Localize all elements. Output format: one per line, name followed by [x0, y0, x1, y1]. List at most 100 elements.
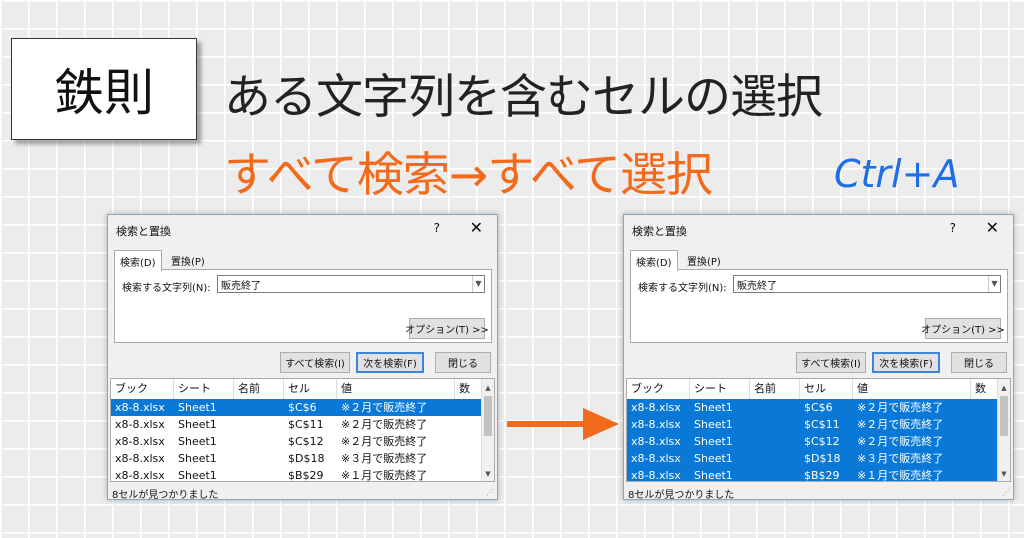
cell-book: x8-8.xlsx — [631, 435, 681, 448]
results-header: ブック シート 名前 セル 値 数 — [111, 379, 483, 399]
scroll-thumb[interactable] — [1000, 396, 1008, 436]
results-scrollbar[interactable]: ▲ ▼ — [481, 379, 494, 481]
results-list[interactable]: ブック シート 名前 セル 値 数 x8-8.xlsx Sheet1 $C$6 ※２月… — [110, 378, 495, 482]
cell-book: x8-8.xlsx — [115, 435, 165, 448]
cell-value: ※２月で販売終了 — [857, 418, 944, 431]
scroll-thumb[interactable] — [484, 396, 492, 436]
scroll-up-icon[interactable]: ▲ — [482, 381, 494, 395]
find-all-button[interactable]: すべて検索(I) — [280, 352, 350, 373]
cell-name — [750, 433, 800, 450]
cell-value: ※２月で販売終了 — [341, 418, 428, 431]
cell-name — [750, 467, 800, 481]
scroll-down-icon[interactable]: ▼ — [482, 467, 494, 481]
find-what-label: 検索する文字列(N): — [638, 283, 727, 294]
find-what-input[interactable] — [733, 275, 1001, 293]
cell-sheet: Sheet1 — [178, 435, 217, 448]
table-row[interactable]: x8-8.xlsx Sheet1 $C$12 ※２月で販売終了 — [111, 433, 483, 450]
find-next-button[interactable]: 次を検索(F) — [872, 352, 940, 373]
chevron-down-icon[interactable]: ▼ — [988, 276, 1000, 292]
cell-cell: $B$29 — [804, 469, 840, 482]
cell-sheet: Sheet1 — [178, 401, 217, 414]
table-row[interactable]: x8-8.xlsx Sheet1 $C$12 ※２月で販売終了 — [627, 433, 999, 450]
close-button[interactable]: 閉じる — [951, 352, 1007, 373]
resize-grip-icon[interactable]: ⋰ — [486, 488, 494, 497]
column-header-name[interactable]: 名前 — [234, 379, 284, 399]
tab-find[interactable]: 検索(D) — [114, 250, 162, 271]
cell-name — [234, 433, 284, 450]
cell-sheet: Sheet1 — [694, 452, 733, 465]
cell-value: ※２月で販売終了 — [341, 435, 428, 448]
tab-replace[interactable]: 置換(P) — [682, 250, 726, 269]
cell-name — [234, 416, 284, 433]
cell-value: ※３月で販売終了 — [341, 452, 428, 465]
column-header-formula[interactable]: 数 — [455, 379, 483, 399]
cell-cell: $C$12 — [804, 435, 840, 448]
scroll-up-icon[interactable]: ▲ — [998, 381, 1010, 395]
tab-find[interactable]: 検索(D) — [630, 250, 678, 271]
cell-sheet: Sheet1 — [694, 401, 733, 414]
cell-book: x8-8.xlsx — [631, 452, 681, 465]
cell-cell: $C$11 — [288, 418, 324, 431]
column-header-formula[interactable]: 数 — [971, 379, 999, 399]
column-header-sheet[interactable]: シート — [174, 379, 234, 399]
chevron-down-icon[interactable]: ▼ — [472, 276, 484, 292]
column-header-cell[interactable]: セル — [284, 379, 337, 399]
table-row[interactable]: x8-8.xlsx Sheet1 $C$6 ※２月で販売終了 — [111, 399, 483, 416]
close-icon[interactable]: ✕ — [986, 218, 999, 237]
rule-badge: 鉄則 — [11, 38, 197, 140]
options-button[interactable]: オプション(T) >> — [921, 318, 1005, 339]
cell-book: x8-8.xlsx — [631, 418, 681, 431]
shortcut-label: Ctrl+A — [834, 152, 960, 196]
column-header-sheet[interactable]: シート — [690, 379, 750, 399]
results-scrollbar[interactable]: ▲ ▼ — [997, 379, 1010, 481]
cell-name — [234, 467, 284, 481]
find-tab-panel: 検索する文字列(N): ▼ オプション(T) >> — [114, 269, 492, 343]
column-header-cell[interactable]: セル — [800, 379, 853, 399]
column-header-value[interactable]: 値 — [853, 379, 971, 399]
cell-book: x8-8.xlsx — [631, 469, 681, 482]
help-button[interactable]: ? — [434, 221, 440, 235]
close-icon[interactable]: ✕ — [470, 218, 483, 237]
table-row[interactable]: x8-8.xlsx Sheet1 $B$29 ※１月で販売終了 — [111, 467, 483, 482]
column-header-book[interactable]: ブック — [111, 379, 174, 399]
table-row[interactable]: x8-8.xlsx Sheet1 $D$18 ※３月で販売終了 — [627, 450, 999, 467]
cell-name — [234, 450, 284, 467]
find-replace-dialog-before: 検索と置換 ? ✕ 検索(D) 置換(P) 検索する文字列(N): ▼ オプショ… — [107, 214, 498, 501]
help-button[interactable]: ? — [950, 221, 956, 235]
cell-sheet: Sheet1 — [694, 469, 733, 482]
cell-name — [750, 450, 800, 467]
scroll-down-icon[interactable]: ▼ — [998, 467, 1010, 481]
column-header-book[interactable]: ブック — [627, 379, 690, 399]
column-header-name[interactable]: 名前 — [750, 379, 800, 399]
find-replace-dialog-after: 検索と置換 ? ✕ 検索(D) 置換(P) 検索する文字列(N): ▼ オプショ… — [623, 214, 1014, 501]
rule-badge-text: 鉄則 — [54, 64, 154, 122]
table-row[interactable]: x8-8.xlsx Sheet1 $C$6 ※２月で販売終了 — [627, 399, 999, 416]
find-tab-panel: 検索する文字列(N): ▼ オプション(T) >> — [630, 269, 1008, 343]
close-button[interactable]: 閉じる — [435, 352, 491, 373]
find-all-button[interactable]: すべて検索(I) — [796, 352, 866, 373]
cell-sheet: Sheet1 — [178, 452, 217, 465]
cell-cell: $C$6 — [288, 401, 317, 414]
table-row[interactable]: x8-8.xlsx Sheet1 $C$11 ※２月で販売終了 — [111, 416, 483, 433]
resize-grip-icon[interactable]: ⋰ — [1002, 488, 1010, 497]
find-what-input[interactable] — [217, 275, 485, 293]
options-button[interactable]: オプション(T) >> — [405, 318, 489, 339]
cell-name — [750, 416, 800, 433]
cell-sheet: Sheet1 — [694, 435, 733, 448]
column-header-value[interactable]: 値 — [337, 379, 455, 399]
find-next-button[interactable]: 次を検索(F) — [356, 352, 424, 373]
tab-replace[interactable]: 置換(P) — [166, 250, 210, 269]
cell-value: ※２月で販売終了 — [341, 401, 428, 414]
cell-value: ※３月で販売終了 — [857, 452, 944, 465]
table-row[interactable]: x8-8.xlsx Sheet1 $D$18 ※３月で販売終了 — [111, 450, 483, 467]
cell-sheet: Sheet1 — [178, 469, 217, 482]
table-row[interactable]: x8-8.xlsx Sheet1 $C$11 ※２月で販売終了 — [627, 416, 999, 433]
cell-book: x8-8.xlsx — [115, 401, 165, 414]
arrow-right-icon — [507, 408, 619, 440]
cell-book: x8-8.xlsx — [115, 469, 165, 482]
cell-cell: $C$6 — [804, 401, 833, 414]
results-list[interactable]: ブック シート 名前 セル 値 数 x8-8.xlsx Sheet1 $C$6 ※２月… — [626, 378, 1011, 482]
table-row[interactable]: x8-8.xlsx Sheet1 $B$29 ※１月で販売終了 — [627, 467, 999, 482]
results-header: ブック シート 名前 セル 値 数 — [627, 379, 999, 399]
cell-value: ※２月で販売終了 — [857, 401, 944, 414]
